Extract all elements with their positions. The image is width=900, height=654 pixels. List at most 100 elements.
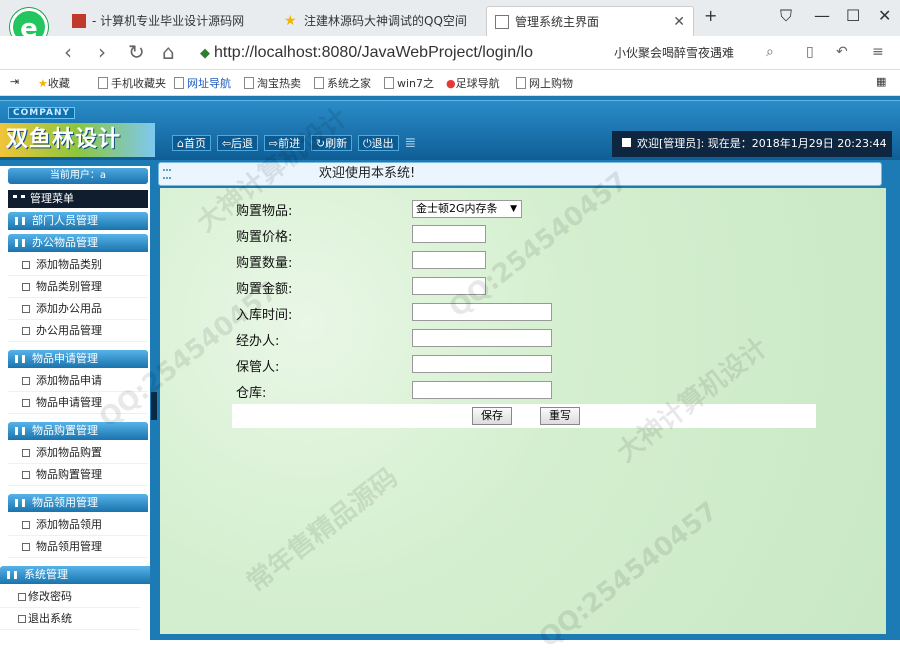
- field-label: 仓库:: [236, 386, 267, 401]
- field-label: 购置物品:: [236, 204, 293, 219]
- sidebar-item-add-supply[interactable]: 添加办公用品: [8, 298, 148, 320]
- list-icon: [163, 169, 171, 179]
- forward-icon[interactable]: ›: [98, 40, 106, 64]
- sidebar-item-add-category[interactable]: 添加物品类别: [8, 254, 148, 276]
- folder-icon: [7, 571, 17, 579]
- star-icon: ★: [284, 13, 297, 29]
- bookmark-nav[interactable]: 网址导航: [174, 75, 231, 91]
- bullet-icon: [22, 327, 30, 335]
- shirt-icon[interactable]: ⛉: [780, 6, 792, 26]
- phone-icon[interactable]: ▯: [806, 44, 814, 60]
- sidebar-item-receive-manage[interactable]: 物品领用管理: [8, 536, 148, 558]
- sidebar: 当前用户：a 管理菜单 部门人员管理 办公物品管理 添加物品类别 物品类别管理 …: [0, 166, 155, 640]
- back-icon[interactable]: ‹: [64, 40, 72, 64]
- sidebar-section-staff[interactable]: 部门人员管理: [8, 212, 148, 230]
- page-icon: [244, 77, 254, 89]
- search-icon[interactable]: ⌕: [766, 44, 774, 60]
- nav-logout[interactable]: ⏻退出: [357, 135, 399, 151]
- tab-title: 管理系统主界面: [515, 15, 600, 29]
- address-bar: ‹ › ↻ ⌂ ◆ http://localhost:8080/JavaWebPr…: [0, 36, 900, 70]
- sidebar-item-purchase-manage[interactable]: 物品购置管理: [8, 464, 148, 486]
- sidebar-item-supply-manage[interactable]: 办公用品管理: [8, 320, 148, 342]
- bookmark-taobao[interactable]: 淘宝热卖: [244, 75, 301, 91]
- page-icon: [384, 77, 394, 89]
- reset-button[interactable]: 重写: [540, 407, 580, 425]
- stock-time-input[interactable]: [412, 303, 552, 321]
- bookmarks-bar: ⇥ ★收藏 手机收藏夹 网址导航 淘宝热卖 系统之家 win7之 ●足球导航 网…: [0, 70, 900, 96]
- grid-icon[interactable]: ▦: [876, 75, 886, 88]
- status-icon: [622, 138, 631, 147]
- folder-icon: [15, 499, 25, 507]
- sidebar-section-purchase[interactable]: 物品购置管理: [8, 422, 148, 440]
- brand-logo: 双鱼林设计: [0, 123, 155, 157]
- sidebar-item-add-purchase[interactable]: 添加物品购置: [8, 442, 148, 464]
- star-icon: ★: [38, 77, 48, 90]
- reload-icon[interactable]: ↻: [128, 40, 145, 64]
- grid-icon: [13, 195, 25, 203]
- sidebar-item-add-receive[interactable]: 添加物品领用: [8, 514, 148, 536]
- price-input[interactable]: [412, 225, 486, 243]
- minimize-icon[interactable]: —: [814, 6, 830, 25]
- bookmarks-toggle-icon[interactable]: ⇥: [10, 75, 19, 88]
- maximize-icon[interactable]: ☐: [846, 6, 860, 25]
- bullet-icon: [22, 261, 30, 269]
- new-tab-icon[interactable]: +: [704, 6, 717, 25]
- close-icon[interactable]: ✕: [673, 7, 685, 36]
- collapse-arrow-icon[interactable]: [151, 392, 157, 420]
- chevron-down-icon: ▼: [510, 204, 517, 214]
- browser-tab-3[interactable]: 管理系统主界面 ✕: [486, 6, 694, 36]
- bookmark-football[interactable]: ●足球导航: [446, 75, 500, 91]
- warehouse-input[interactable]: [412, 381, 552, 399]
- handler-input[interactable]: [412, 329, 552, 347]
- bookmark-shopping[interactable]: 网上购物: [516, 75, 573, 91]
- list-icon: ≣: [404, 135, 417, 151]
- sidebar-section-office[interactable]: 办公物品管理: [8, 234, 148, 252]
- browser-tab-1[interactable]: - 计算机专业毕业设计源码网: [64, 6, 270, 36]
- bookmark-system[interactable]: 系统之家: [314, 75, 371, 91]
- sidebar-item-change-password[interactable]: 修改密码: [0, 586, 140, 608]
- sidebar-item-apply-manage[interactable]: 物品申请管理: [8, 392, 148, 414]
- save-button[interactable]: 保存: [472, 407, 512, 425]
- menu-icon[interactable]: ≡: [872, 44, 884, 60]
- page-icon: [516, 77, 526, 89]
- nav-refresh[interactable]: ↻刷新: [310, 135, 353, 151]
- nav-home[interactable]: ⌂首页: [172, 135, 211, 151]
- field-label: 经办人:: [236, 334, 280, 349]
- power-icon: ⏻: [362, 137, 372, 150]
- browser-tab-2[interactable]: ★ 注建林源码大神调试的QQ空间: [276, 6, 482, 36]
- item-select[interactable]: 金士顿2G内存条 ▼: [412, 200, 522, 218]
- nav-back[interactable]: ⇦后退: [216, 135, 259, 151]
- sidebar-section-receive[interactable]: 物品领用管理: [8, 494, 148, 512]
- sidebar-splitter[interactable]: [150, 166, 158, 640]
- bookmark-mobile[interactable]: 手机收藏夹: [98, 75, 166, 91]
- search-hint[interactable]: 小伙聚会喝醉雪夜遇难: [614, 44, 734, 61]
- sidebar-section-apply[interactable]: 物品申请管理: [8, 350, 148, 368]
- sidebar-item-logout[interactable]: 退出系统: [0, 608, 140, 630]
- bullet-icon: [22, 283, 30, 291]
- bullet-icon: [22, 399, 30, 407]
- amount-input[interactable]: [412, 277, 486, 295]
- sidebar-section-system[interactable]: 系统管理: [0, 566, 155, 584]
- bullet-icon: [18, 615, 26, 623]
- field-label: 购置价格:: [236, 230, 293, 245]
- sidebar-item-category-manage[interactable]: 物品类别管理: [8, 276, 148, 298]
- bullet-icon: [22, 377, 30, 385]
- refresh-icon: ↻: [315, 137, 326, 150]
- bullet-icon: [22, 305, 30, 313]
- field-label: 购置金额:: [236, 282, 293, 297]
- form-panel: 购置物品: 金士顿2G内存条 ▼ 购置价格: 购置数量: 购置金额: 入库时间: …: [160, 188, 886, 634]
- keeper-input[interactable]: [412, 355, 552, 373]
- phone-icon: [98, 77, 108, 89]
- url-text: http://localhost:8080/JavaWebProject/log…: [214, 44, 534, 61]
- sidebar-item-add-apply[interactable]: 添加物品申请: [8, 370, 148, 392]
- company-label: COMPANY: [8, 107, 75, 119]
- bookmark-win7[interactable]: win7之: [384, 75, 434, 91]
- bookmark-favorites[interactable]: ★收藏: [38, 75, 70, 91]
- close-window-icon[interactable]: ✕: [878, 6, 891, 25]
- undo-icon[interactable]: ↶: [836, 44, 848, 60]
- quantity-input[interactable]: [412, 251, 486, 269]
- home-icon[interactable]: ⌂: [162, 40, 175, 64]
- field-label: 入库时间:: [236, 308, 293, 323]
- nav-forward[interactable]: ⇨前进: [263, 135, 306, 151]
- url-field[interactable]: ◆ http://localhost:8080/JavaWebProject/lo…: [200, 42, 580, 64]
